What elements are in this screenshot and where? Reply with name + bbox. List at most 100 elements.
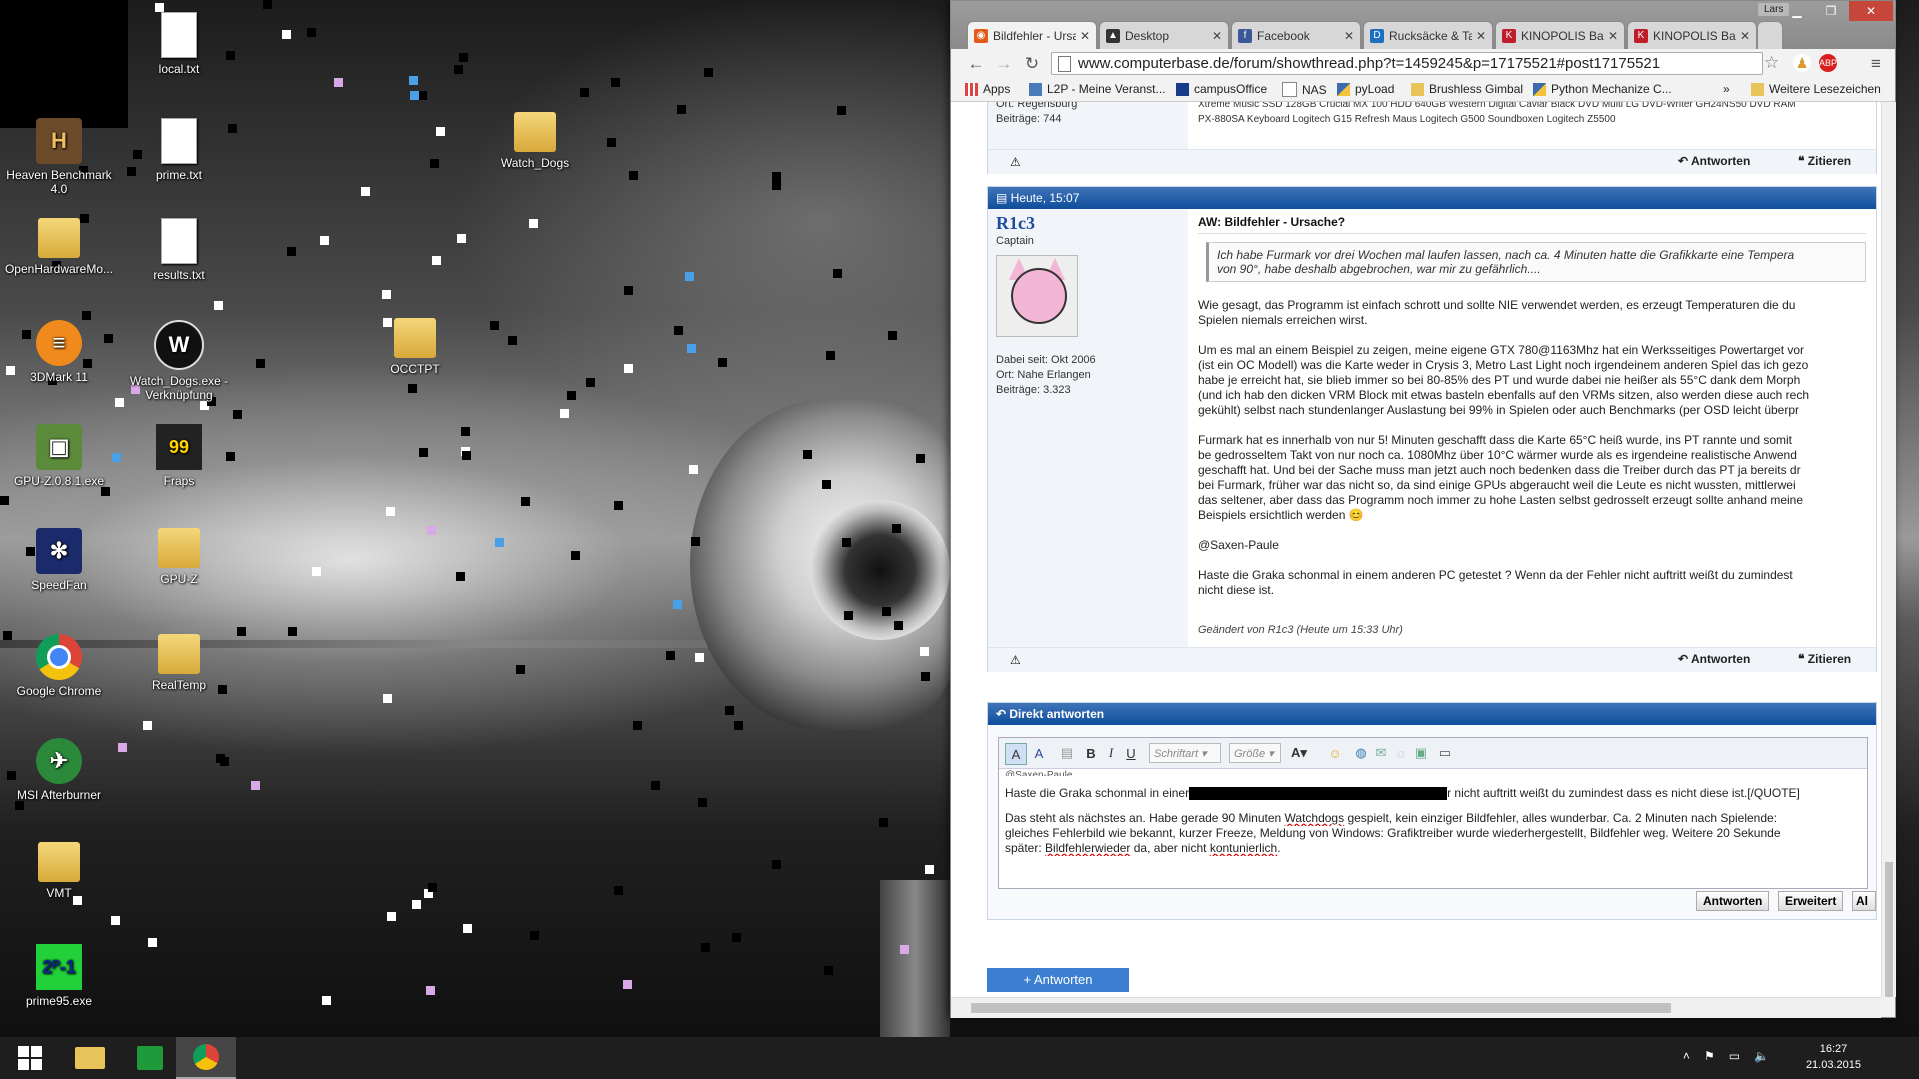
text-color-icon[interactable]: A▾ [1289,743,1309,763]
advanced-reply-button[interactable]: Erweitert [1778,891,1844,911]
report-icon[interactable]: ⚠ [1010,653,1021,667]
italic-icon[interactable]: I [1101,743,1121,763]
wysiwyg-toggle-icon[interactable]: A [1005,743,1027,765]
submit-reply-button[interactable]: Antworten [1696,891,1770,911]
size-select-label: Größe [1234,748,1266,760]
vertical-scrollbar[interactable] [1881,102,1896,997]
quote-button[interactable]: ❝ Zitieren [1798,154,1851,168]
desktop-icon-openhardwaremonitor[interactable]: OpenHardwareMo... [4,218,114,276]
extension-icon[interactable]: ♟ [1793,54,1811,72]
font-select[interactable]: Schriftart ▾ [1149,743,1221,763]
desktop-icon-3dmark[interactable]: ≡ 3DMark 11 [4,320,114,384]
quote-insert-icon[interactable]: ▭ [1435,743,1455,763]
tab-kinopolis-2[interactable]: K KINOPOLIS Bad Godesberg ✕ [1627,21,1757,49]
image-icon[interactable]: ▣ [1411,743,1431,763]
volume-icon[interactable]: 🔈 [1754,1049,1769,1063]
desktop-icon-realtemp[interactable]: RealTemp [124,634,234,692]
start-button[interactable] [0,1037,60,1079]
email-icon[interactable]: ✉ [1371,743,1391,763]
close-tab-icon[interactable]: ✕ [1476,29,1486,43]
remove-format-icon[interactable]: A [1029,743,1049,763]
bookmark-python-mechanize[interactable]: Python Mechanize C... [1533,82,1672,96]
bookmark-pyload[interactable]: pyLoad [1337,82,1394,96]
pixel-artifact [560,409,569,418]
desktop-icon-google-chrome[interactable]: Google Chrome [4,634,114,698]
reply-button[interactable]: ↶ Antworten [1678,652,1750,666]
new-tab-button[interactable] [1757,21,1783,49]
bookmark-apps[interactable]: Apps [965,82,1010,96]
tab-facebook[interactable]: f Facebook ✕ [1231,21,1361,49]
bookmark-more[interactable]: » [1723,82,1730,96]
desktop-icon-heaven-benchmark[interactable]: H Heaven Benchmark 4.0 [4,118,114,196]
link-icon[interactable]: ◍ [1351,743,1371,763]
pixel-artifact [432,256,441,265]
pixel-artifact [508,336,517,345]
horizontal-scrollbar[interactable] [951,997,1881,1018]
network-icon[interactable]: ▭ [1729,1049,1740,1063]
tab-desktop[interactable]: ▲ Desktop ✕ [1099,21,1229,49]
underline-icon[interactable]: U [1121,743,1141,763]
tab-kinopolis-1[interactable]: K KINOPOLIS Bad Godesberg ✕ [1495,21,1625,49]
bookmark-nas[interactable]: NAS [1282,82,1327,97]
cancel-reply-button[interactable]: Al [1852,891,1876,911]
reply-editor[interactable]: A A ▤ B I U Schriftart ▾ Größe ▾ A▾ ☺ ◍ … [998,737,1868,889]
quote-button[interactable]: ❝ Zitieren [1798,652,1851,666]
avatar[interactable] [996,255,1078,337]
forward-icon[interactable]: → [993,53,1015,75]
smiley-icon[interactable]: ☺ [1325,743,1345,763]
desktop-icon-watch-dogs-folder[interactable]: Watch_Dogs [480,112,590,170]
desktop-icon-prime-txt[interactable]: prime.txt [124,118,234,182]
close-tab-icon[interactable]: ✕ [1080,29,1090,43]
address-bar[interactable]: www.computerbase.de/forum/showthread.php… [1051,52,1763,75]
bookmark-star-icon[interactable]: ☆ [1764,53,1779,73]
pixel-artifact [77,69,86,78]
desktop-icon-speedfan[interactable]: ✻ SpeedFan [4,528,114,592]
close-tab-icon[interactable]: ✕ [1344,29,1354,43]
close-tab-icon[interactable]: ✕ [1608,29,1618,43]
desktop-icon-prime95[interactable]: 2ᴾ-1 prime95.exe [4,944,114,1008]
size-select[interactable]: Größe ▾ [1229,743,1281,763]
clock[interactable]: 16:27 21.03.2015 [1806,1041,1861,1073]
desktop-icon-fraps[interactable]: 99 Fraps [124,424,234,488]
new-reply-button[interactable]: + Antworten [987,968,1129,992]
tab-rucksaecke[interactable]: D Rucksäcke & Taschen ✕ [1363,21,1493,49]
desktop-icon-vmt[interactable]: VMT [4,842,114,900]
adblock-icon[interactable]: ABP [1819,54,1837,72]
bold-icon[interactable]: B [1081,743,1101,763]
close-tab-icon[interactable]: ✕ [1740,29,1750,43]
desktop-icon-results-txt[interactable]: results.txt [124,218,234,282]
reply-button[interactable]: ↶ Antworten [1678,154,1750,168]
post-username[interactable]: R1c3 [996,213,1180,234]
back-icon[interactable]: ← [965,53,987,75]
action-center-icon[interactable]: ⚑ [1704,1049,1715,1063]
bookmark-campusoffice[interactable]: campusOffice [1176,82,1267,96]
store-button[interactable] [120,1037,180,1079]
desktop-icon-msi-afterburner[interactable]: ✈ MSI Afterburner [4,738,114,802]
desktop-icon-watch-dogs-exe[interactable]: W Watch_Dogs.exe - Verknüpfung [124,320,234,402]
desktop-icon-gpuz-folder[interactable]: GPU-Z [124,528,234,586]
bookmark-other[interactable]: Weitere Lesezeichen [1751,82,1881,96]
desktop-icon-gpuz-exe[interactable]: ▣ GPU-Z.0.8.1.exe [4,424,114,488]
desktop-icon-local-txt[interactable]: local.txt [124,12,234,76]
bookmark-brushless-gimbal[interactable]: Brushless Gimbal [1411,82,1523,96]
bookmark-l2p[interactable]: L2P - Meine Veranst... [1029,82,1166,96]
close-tab-icon[interactable]: ✕ [1212,29,1222,43]
paste-icon[interactable]: ▤ [1057,743,1077,763]
pixel-artifact [698,798,707,807]
report-icon[interactable]: ⚠ [1010,155,1021,169]
bookmark-label: » [1723,82,1730,96]
show-hidden-icons-icon[interactable]: ˄ [1683,1049,1690,1063]
tab-bildfehler[interactable]: ◉ Bildfehler - Ursache? ✕ [967,21,1097,49]
unlink-icon[interactable]: ◌ [1391,743,1411,763]
scrollbar-thumb[interactable] [971,1003,1671,1013]
reload-icon[interactable]: ↻ [1021,53,1043,75]
maximize-icon[interactable]: ❐ [1815,1,1847,21]
chrome-taskbar-button[interactable] [176,1037,236,1079]
file-explorer-button[interactable] [60,1037,120,1079]
wallpaper-pole [880,880,950,1037]
close-window-icon[interactable]: ✕ [1849,1,1893,21]
scrollbar-thumb[interactable] [1885,862,1893,997]
desktop-icon-occtpt[interactable]: OCCTPT [360,318,470,376]
menu-icon[interactable]: ≡ [1865,53,1887,75]
minimize-icon[interactable]: ▁ [1781,1,1813,21]
